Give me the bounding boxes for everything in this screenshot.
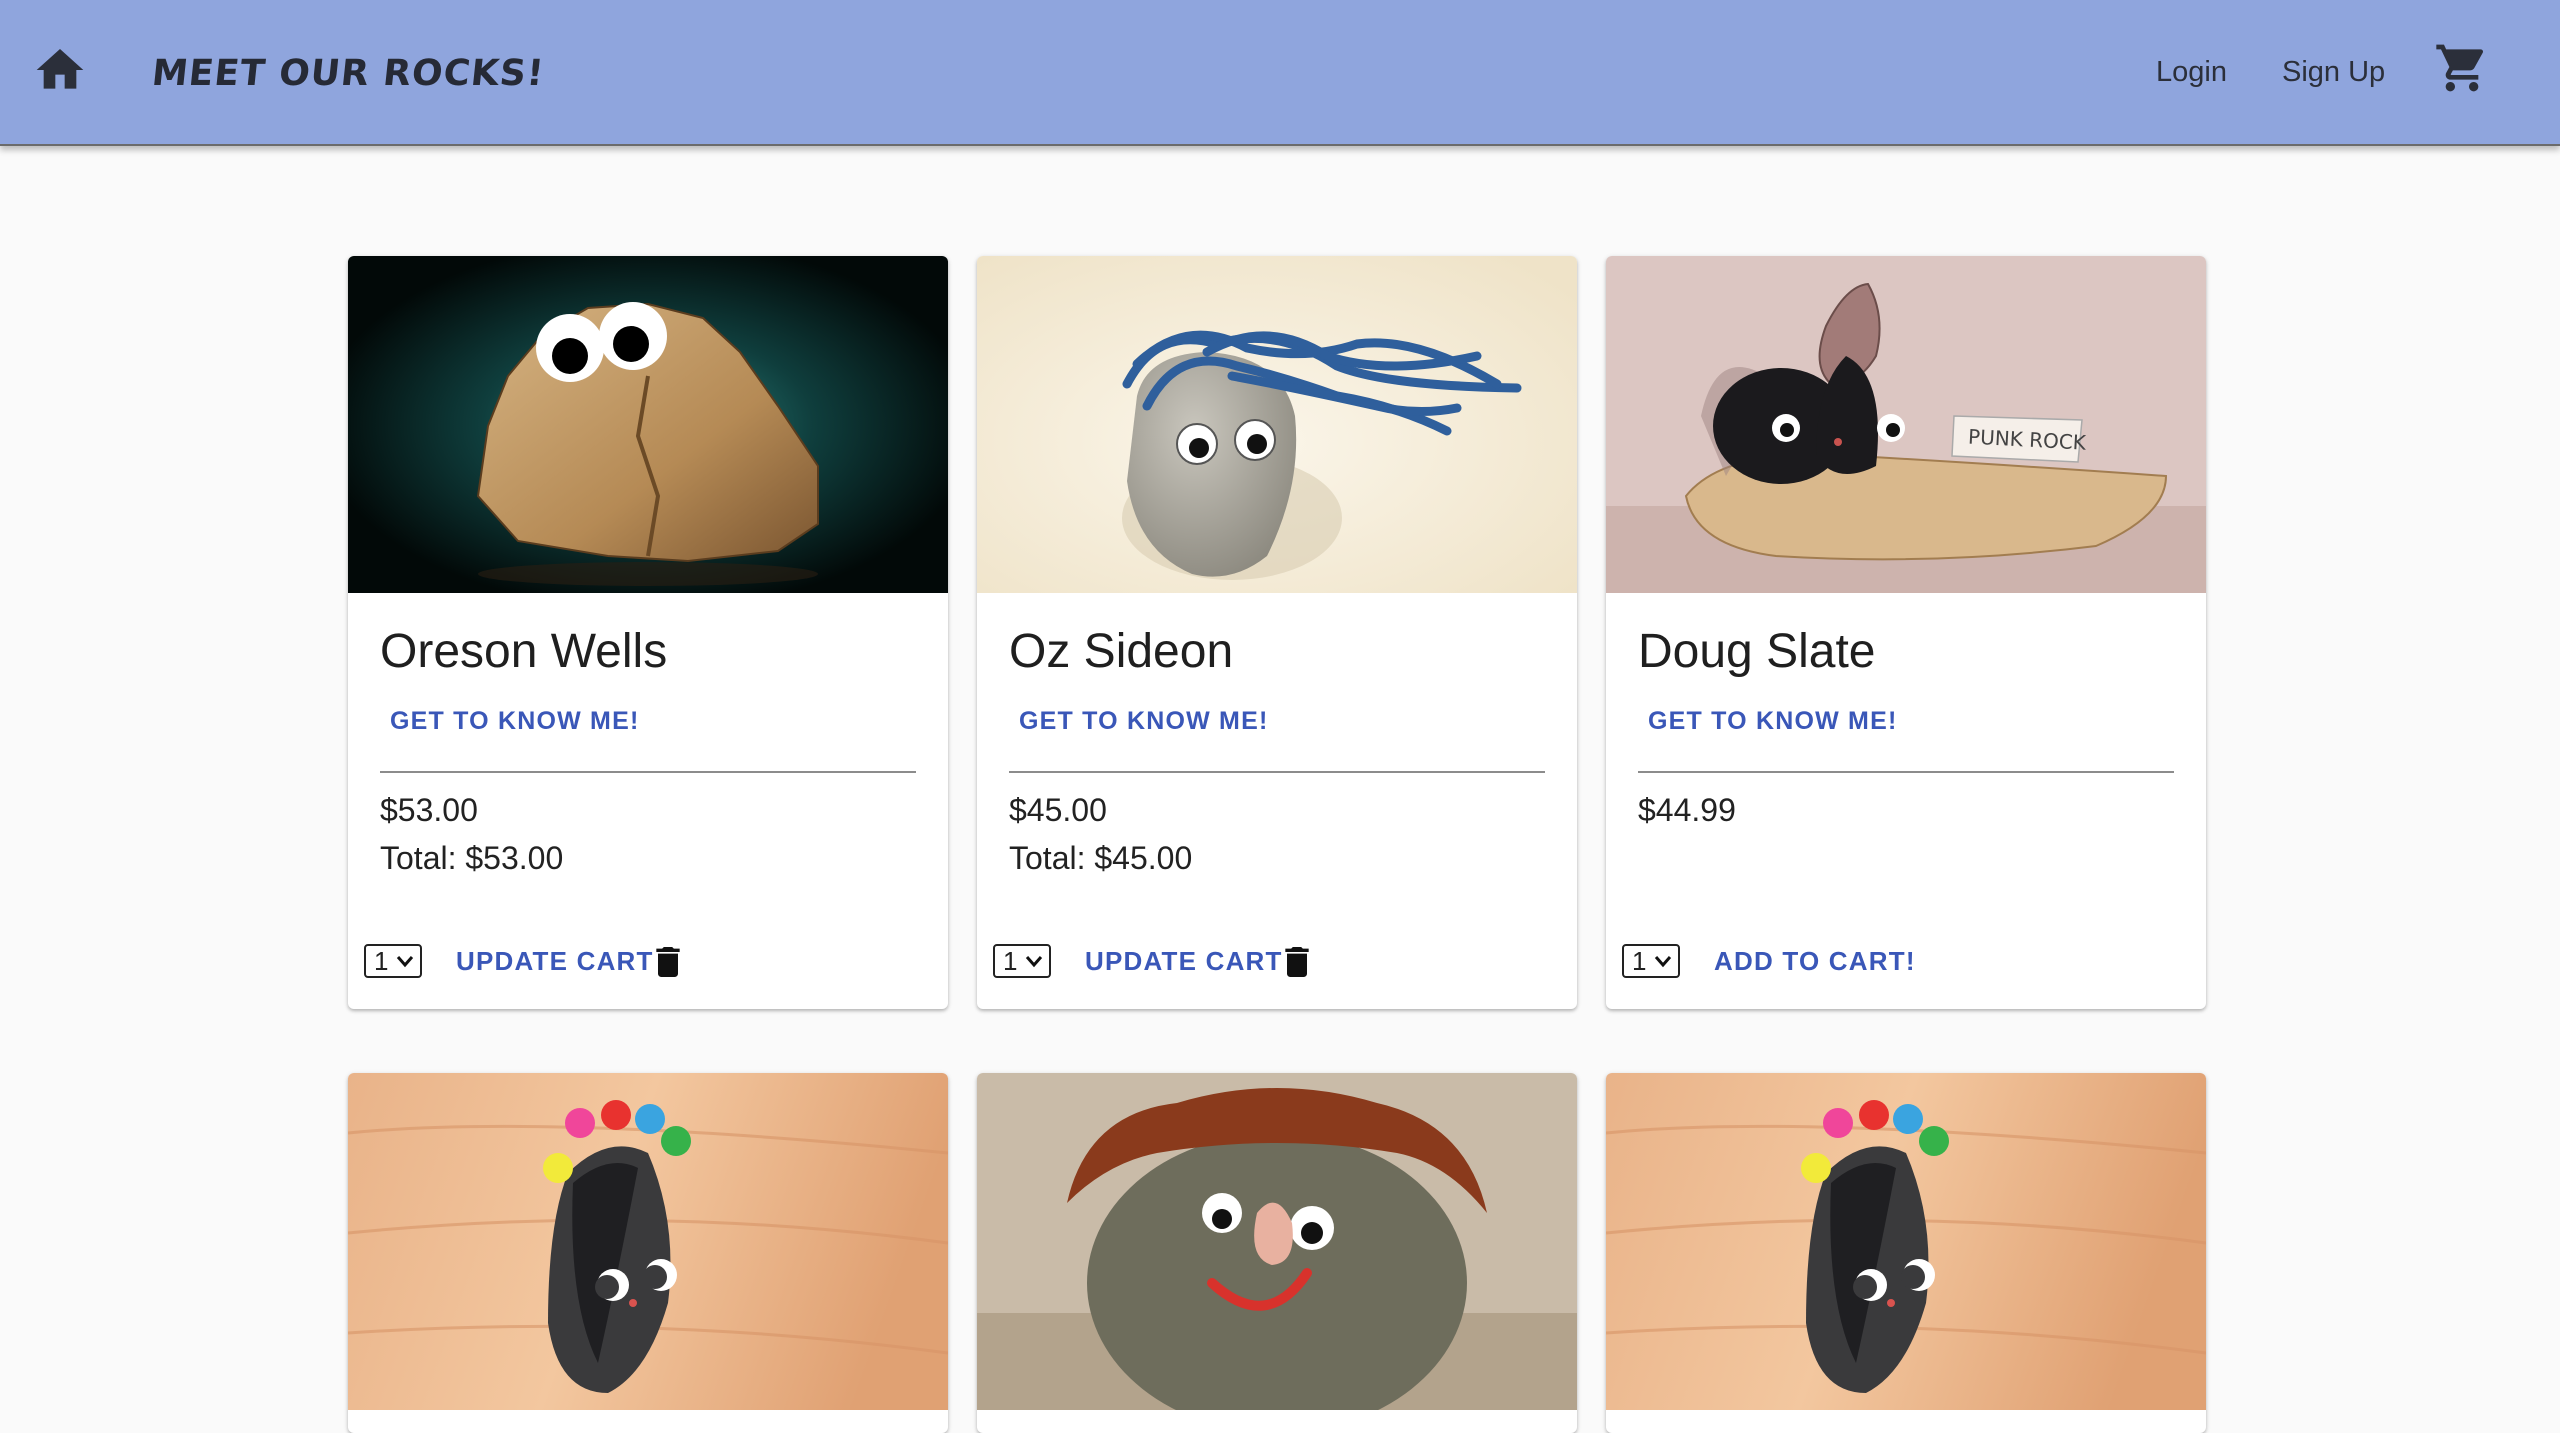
product-card bbox=[977, 1073, 1577, 1433]
get-to-know-me-button[interactable]: GET TO KNOW ME! bbox=[1636, 696, 1909, 746]
product-image bbox=[348, 1073, 948, 1410]
update-cart-button[interactable]: UPDATE CART bbox=[444, 936, 666, 986]
divider bbox=[1009, 771, 1545, 773]
shopping-cart-icon[interactable] bbox=[2434, 40, 2490, 96]
product-name: Oz Sideon bbox=[1009, 625, 1234, 678]
product-image bbox=[977, 256, 1577, 593]
site-title: MEET OUR ROCKS! bbox=[149, 53, 547, 94]
quantity-value: 1 bbox=[1632, 946, 1647, 976]
product-card bbox=[348, 1073, 948, 1433]
divider bbox=[1638, 771, 2174, 773]
trash-icon[interactable] bbox=[1277, 942, 1317, 982]
product-card: PUNK ROCK Doug Slate GET TO KNOW ME! $44… bbox=[1606, 256, 2206, 1009]
product-price: $53.00 bbox=[380, 792, 478, 828]
home-icon[interactable] bbox=[32, 42, 88, 98]
product-name: Doug Slate bbox=[1638, 625, 1876, 678]
trash-icon[interactable] bbox=[648, 942, 688, 982]
quantity-value: 1 bbox=[1003, 946, 1018, 976]
app-bar: MEET OUR ROCKS! Login Sign Up bbox=[0, 0, 2560, 146]
product-price: $45.00 bbox=[1009, 792, 1107, 828]
quantity-select[interactable]: 1 bbox=[993, 944, 1051, 978]
product-total: Total: $45.00 bbox=[1009, 840, 1193, 876]
product-total: Total: $53.00 bbox=[380, 840, 564, 876]
signup-link[interactable]: Sign Up bbox=[2282, 48, 2385, 96]
product-card: Oz Sideon GET TO KNOW ME! $45.00 Total: … bbox=[977, 256, 1577, 1009]
product-card: Oreson Wells GET TO KNOW ME! $53.00 Tota… bbox=[348, 256, 948, 1009]
get-to-know-me-button[interactable]: GET TO KNOW ME! bbox=[378, 696, 651, 746]
product-image: PUNK ROCK bbox=[1606, 256, 2206, 593]
product-price: $44.99 bbox=[1638, 792, 1736, 828]
product-image bbox=[977, 1073, 1577, 1410]
get-to-know-me-button[interactable]: GET TO KNOW ME! bbox=[1007, 696, 1280, 746]
quantity-select[interactable]: 1 bbox=[364, 944, 422, 978]
divider bbox=[380, 771, 916, 773]
add-to-cart-button[interactable]: ADD TO CART! bbox=[1702, 936, 1928, 986]
product-image bbox=[348, 256, 948, 593]
chevron-down-icon bbox=[1654, 956, 1672, 968]
quantity-select[interactable]: 1 bbox=[1622, 944, 1680, 978]
login-link[interactable]: Login bbox=[2156, 48, 2227, 96]
product-name: Oreson Wells bbox=[380, 625, 668, 678]
quantity-value: 1 bbox=[374, 946, 389, 976]
chevron-down-icon bbox=[396, 956, 414, 968]
product-image bbox=[1606, 1073, 2206, 1410]
product-card bbox=[1606, 1073, 2206, 1433]
chevron-down-icon bbox=[1025, 956, 1043, 968]
update-cart-button[interactable]: UPDATE CART bbox=[1073, 936, 1295, 986]
